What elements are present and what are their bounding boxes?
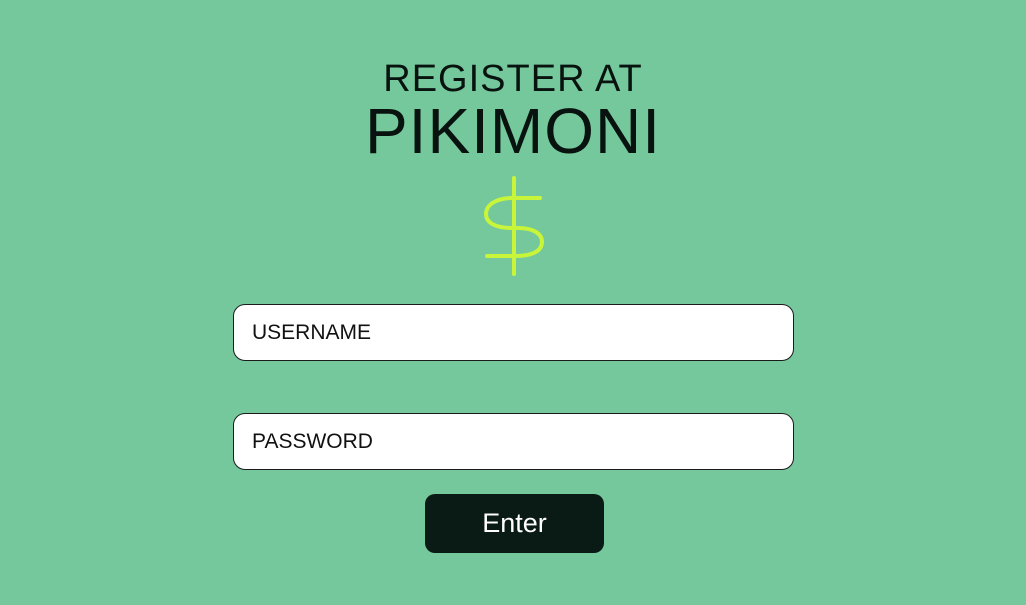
- username-input[interactable]: [233, 304, 794, 361]
- page-title-brand: PIKIMONI: [364, 95, 662, 167]
- dollar-sign-icon: [484, 176, 544, 276]
- enter-button[interactable]: Enter: [425, 494, 604, 553]
- password-input[interactable]: [233, 413, 794, 470]
- register-page: REGISTER AT PIKIMONI Enter: [0, 0, 1026, 605]
